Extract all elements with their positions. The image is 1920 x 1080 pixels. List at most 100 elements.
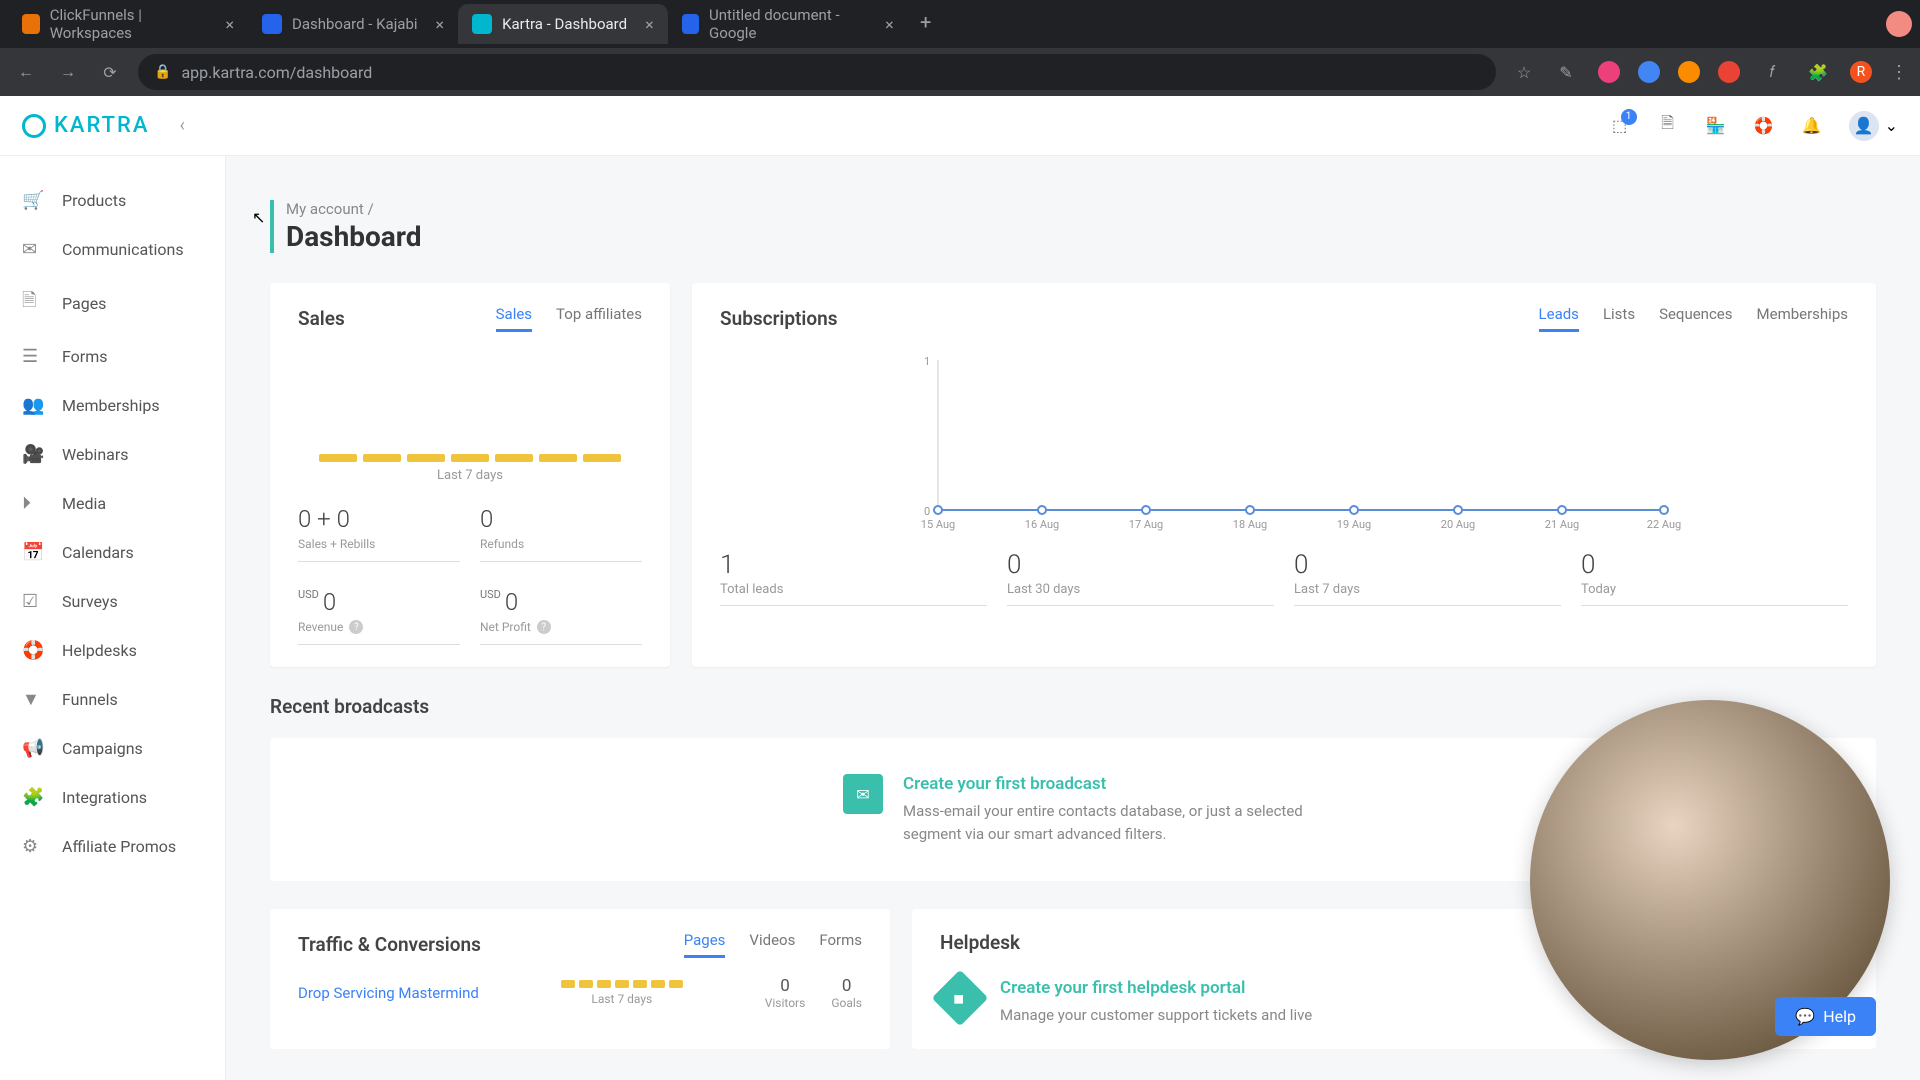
svg-text:21 Aug: 21 Aug — [1545, 518, 1579, 531]
extension-icon[interactable] — [1718, 61, 1740, 83]
stat-refunds: 0Refunds — [480, 505, 642, 562]
close-icon[interactable]: × — [885, 15, 894, 34]
store-icon[interactable]: 🏪 — [1705, 115, 1727, 137]
period-label: Last 7 days — [298, 468, 642, 483]
create-broadcast-promo[interactable]: ✉ Create your first broadcast Mass-email… — [843, 774, 1303, 845]
gear-icon: ⚙ — [22, 836, 44, 857]
traffic-card: Traffic & Conversions Pages Videos Forms… — [270, 909, 890, 1049]
sales-card: Sales Sales Top affiliates Last 7 days 0… — [270, 283, 670, 667]
sidebar-item-funnels[interactable]: ▼Funnels — [0, 675, 225, 724]
promo-desc: Manage your customer support tickets and… — [1000, 1004, 1312, 1027]
back-button[interactable]: ← — [12, 58, 40, 86]
profile-button[interactable]: R — [1850, 61, 1872, 83]
extension-icon[interactable] — [1638, 61, 1660, 83]
sidebar: 🛒Products ✉Communications 🗎Pages ☰Forms … — [0, 156, 226, 1080]
close-icon[interactable]: × — [436, 15, 445, 34]
megaphone-icon: 📢 — [22, 738, 44, 759]
sidebar-item-communications[interactable]: ✉Communications — [0, 225, 225, 274]
close-icon[interactable]: × — [645, 15, 654, 34]
svg-text:16 Aug: 16 Aug — [1025, 518, 1059, 531]
help-icon[interactable]: ? — [537, 620, 551, 634]
subscriptions-card: Subscriptions Leads Lists Sequences Memb… — [692, 283, 1876, 667]
leads-chart: 1 0 15 Aug — [720, 350, 1848, 532]
community-icon[interactable]: ⬚ — [1609, 115, 1631, 137]
stat-net-profit: USD 0Net Profit? — [480, 588, 642, 645]
browser-tab[interactable]: Untitled document - Google× — [668, 4, 908, 44]
help-button[interactable]: 💬Help — [1775, 997, 1876, 1036]
tab-pages[interactable]: Pages — [684, 931, 726, 958]
sidebar-item-pages[interactable]: 🗎Pages — [0, 274, 225, 332]
tab-leads[interactable]: Leads — [1539, 305, 1579, 332]
extension-icon[interactable] — [1598, 61, 1620, 83]
extension-icon[interactable] — [1678, 61, 1700, 83]
stat-revenue: USD 0Revenue? — [298, 588, 460, 645]
funnel-icon: ▼ — [22, 689, 44, 710]
sales-chart — [298, 350, 642, 462]
reload-button[interactable]: ⟳ — [96, 58, 124, 86]
tab-videos[interactable]: Videos — [749, 931, 795, 958]
sidebar-item-affiliate[interactable]: ⚙Affiliate Promos — [0, 822, 225, 871]
browser-tab[interactable]: Dashboard - Kajabi× — [248, 4, 458, 44]
stat-sales-rebills: 0 + 0Sales + Rebills — [298, 505, 460, 562]
tab-sequences[interactable]: Sequences — [1659, 305, 1732, 332]
sidebar-item-helpdesks[interactable]: 🛟Helpdesks — [0, 626, 225, 675]
extension-icon[interactable]: 𝑓 — [1758, 58, 1786, 86]
tab-memberships[interactable]: Memberships — [1757, 305, 1848, 332]
tab-lists[interactable]: Lists — [1603, 305, 1635, 332]
bell-icon[interactable]: 🔔 — [1801, 115, 1823, 137]
help-icon[interactable]: 🛟 — [1753, 115, 1775, 137]
bookmark-button[interactable]: ☆ — [1510, 58, 1538, 86]
url-text: app.kartra.com/dashboard — [181, 63, 372, 82]
tab-top-affiliates[interactable]: Top affiliates — [556, 305, 642, 332]
sidebar-item-memberships[interactable]: 👥Memberships — [0, 381, 225, 430]
mail-icon: ✉ — [843, 774, 883, 814]
promo-title: Create your first broadcast — [903, 774, 1303, 794]
browser-titlebar: ClickFunnels | Workspaces× Dashboard - K… — [0, 0, 1920, 48]
stat-today: 0Today — [1581, 550, 1848, 606]
tab-forms[interactable]: Forms — [819, 931, 862, 958]
sidebar-item-forms[interactable]: ☰Forms — [0, 332, 225, 381]
sidebar-item-products[interactable]: 🛒Products — [0, 176, 225, 225]
page-icon: 🗎 — [22, 288, 44, 318]
help-icon[interactable]: ? — [349, 620, 363, 634]
document-icon[interactable]: 🗎 — [1657, 115, 1679, 137]
user-menu[interactable]: 👤 ⌄ — [1849, 111, 1898, 141]
sidebar-item-webinars[interactable]: 🎥Webinars — [0, 430, 225, 479]
extensions-button[interactable]: 🧩 — [1804, 58, 1832, 86]
lock-icon: 🔒 — [154, 64, 171, 80]
tab-sales[interactable]: Sales — [496, 305, 532, 332]
sidebar-item-integrations[interactable]: 🧩Integrations — [0, 773, 225, 822]
svg-text:1: 1 — [924, 355, 930, 368]
window-avatar[interactable] — [1886, 11, 1912, 37]
browser-toolbar: ← → ⟳ 🔒 app.kartra.com/dashboard ☆ ✎ 𝑓 🧩 … — [0, 48, 1920, 96]
sidebar-item-campaigns[interactable]: 📢Campaigns — [0, 724, 225, 773]
svg-text:20 Aug: 20 Aug — [1441, 518, 1475, 531]
breadcrumb-parent: My account / — [286, 200, 1876, 218]
menu-button[interactable]: ⋮ — [1890, 62, 1908, 83]
sidebar-collapse-button[interactable]: ‹ — [179, 115, 184, 136]
cart-icon: 🛒 — [22, 190, 44, 211]
forward-button[interactable]: → — [54, 58, 82, 86]
new-tab-button[interactable]: + — [908, 4, 944, 40]
promo-desc: Mass-email your entire contacts database… — [903, 800, 1303, 845]
card-title: Traffic & Conversions — [298, 933, 481, 956]
section-title: Recent broadcasts — [270, 695, 1876, 718]
extension-icons: ✎ 𝑓 🧩 R ⋮ — [1552, 58, 1908, 86]
address-bar[interactable]: 🔒 app.kartra.com/dashboard — [138, 54, 1496, 90]
page-link[interactable]: Drop Servicing Mastermind — [298, 984, 479, 1002]
promo-title: Create your first helpdesk portal — [1000, 978, 1312, 998]
logo-mark-icon — [22, 114, 46, 138]
close-icon[interactable]: × — [225, 15, 234, 34]
sidebar-item-calendars[interactable]: 📅Calendars — [0, 528, 225, 577]
puzzle-icon: 🧩 — [22, 787, 44, 808]
sidebar-item-media[interactable]: ⏵Media — [0, 479, 225, 528]
extension-icon[interactable]: ✎ — [1552, 58, 1580, 86]
browser-tab[interactable]: ClickFunnels | Workspaces× — [8, 4, 248, 44]
sidebar-item-surveys[interactable]: ☑Surveys — [0, 577, 225, 626]
page-title: Dashboard — [286, 220, 1876, 253]
logo[interactable]: KARTRA — [22, 113, 149, 138]
calendar-icon: 📅 — [22, 542, 44, 563]
form-icon: ☰ — [22, 346, 44, 367]
content: My account / Dashboard Sales Sales Top a… — [226, 156, 1920, 1080]
browser-tab-active[interactable]: Kartra - Dashboard× — [458, 4, 668, 44]
